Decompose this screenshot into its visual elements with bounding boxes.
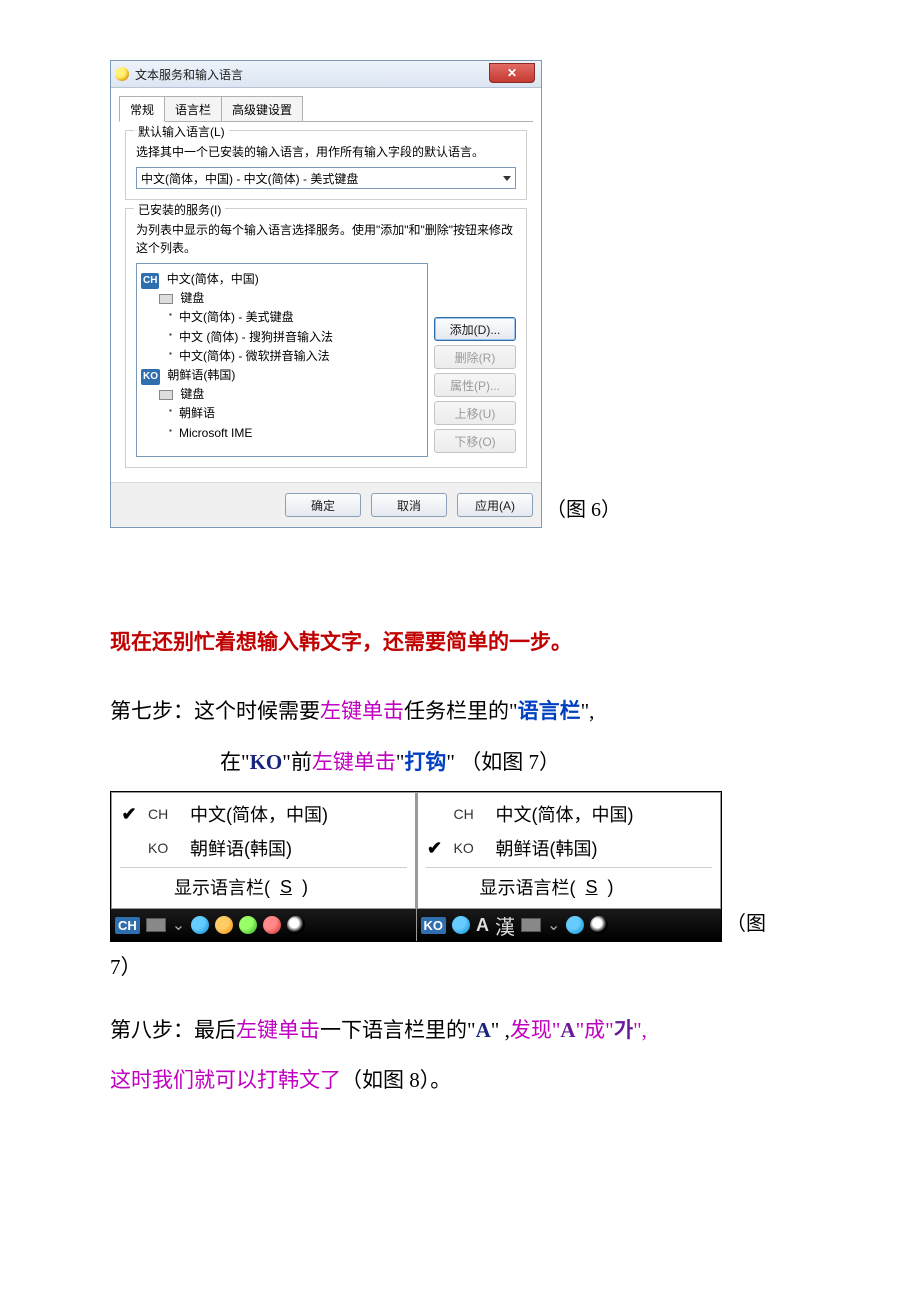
keyboard-icon bbox=[159, 390, 173, 400]
cancel-button[interactable]: 取消 bbox=[371, 493, 447, 517]
move-up-button[interactable]: 上移(U) bbox=[434, 401, 516, 425]
default-language-group: 默认输入语言(L) 选择其中一个已安装的输入语言，用作所有输入字段的默认语言。 … bbox=[125, 130, 527, 200]
group-desc: 为列表中显示的每个输入语言选择服务。使用"添加"和"删除"按钮来修改这个列表。 bbox=[136, 221, 516, 257]
tray-app-icon[interactable] bbox=[263, 916, 281, 934]
tray-caret-icon[interactable]: ⌄ bbox=[547, 915, 560, 935]
tray-app-icon[interactable] bbox=[191, 916, 209, 934]
step7-line1: 第七步：这个时候需要左键单击任务栏里的"语言栏", bbox=[110, 686, 810, 736]
menu-separator bbox=[426, 867, 713, 868]
check-icon: ✔ bbox=[120, 804, 138, 825]
taskbar-left: CH ⌄ bbox=[111, 909, 416, 941]
text-services-dialog: 文本服务和输入语言 ✕ 常规 语言栏 高级键设置 默认输入语言(L) 选择其中一… bbox=[110, 60, 542, 528]
show-langbar-item[interactable]: 显示语言栏(S) bbox=[418, 870, 721, 904]
close-button[interactable]: ✕ bbox=[489, 63, 535, 83]
figure-label-cont: 7） bbox=[110, 942, 810, 992]
default-language-select[interactable]: 中文(简体，中国) - 中文(简体) - 美式键盘 bbox=[136, 167, 516, 189]
tree-item[interactable]: Microsoft IME bbox=[179, 424, 423, 443]
figure-label: （图 bbox=[726, 907, 766, 942]
dialog-footer: 确定 取消 应用(A) bbox=[111, 482, 541, 527]
language-menu-left: ✔ CH 中文(简体，中国) KO 朝鲜语(韩国) 显示语言栏(S) bbox=[111, 792, 416, 909]
taskbar-right: KO A 漢 ⌄ bbox=[417, 909, 722, 941]
tab-advanced[interactable]: 高级键设置 bbox=[221, 96, 303, 121]
dialog-titlebar[interactable]: 文本服务和输入语言 ✕ bbox=[111, 61, 541, 88]
close-icon: ✕ bbox=[507, 66, 517, 80]
properties-button[interactable]: 属性(P)... bbox=[434, 373, 516, 397]
remove-button[interactable]: 删除(R) bbox=[434, 345, 516, 369]
lang-badge: CH bbox=[141, 273, 159, 289]
keyboard-icon bbox=[159, 294, 173, 304]
installed-services-group: 已安装的服务(I) 为列表中显示的每个输入语言选择服务。使用"添加"和"删除"按… bbox=[125, 208, 527, 468]
tray-app-icon[interactable] bbox=[590, 916, 608, 934]
tree-item[interactable]: 朝鲜语 bbox=[179, 404, 423, 423]
add-button[interactable]: 添加(D)... bbox=[434, 317, 516, 341]
tree-item[interactable]: 中文 (简体) - 搜狗拼音输入法 bbox=[179, 328, 423, 347]
group-legend: 已安装的服务(I) bbox=[134, 201, 225, 218]
group-legend: 默认输入语言(L) bbox=[134, 123, 229, 140]
lang-menu-item[interactable]: CH 中文(简体，中国) bbox=[418, 797, 721, 831]
step8-line1: 第八步：最后左键单击一下语言栏里的"A" ,发现"A"成"가", bbox=[110, 1005, 810, 1055]
tab-langbar[interactable]: 语言栏 bbox=[164, 96, 222, 121]
move-down-button[interactable]: 下移(O) bbox=[434, 429, 516, 453]
lang-menu-item[interactable]: ✔ CH 中文(简体，中国) bbox=[112, 797, 415, 831]
dialog-title: 文本服务和输入语言 bbox=[135, 66, 243, 83]
chevron-down-icon bbox=[503, 176, 511, 181]
lang-indicator[interactable]: KO bbox=[421, 917, 447, 934]
tree-lang-node[interactable]: CH 中文(简体，中国) bbox=[141, 270, 423, 289]
check-icon: ✔ bbox=[426, 838, 444, 859]
tree-item[interactable]: 中文(简体) - 美式键盘 bbox=[179, 308, 423, 327]
combo-value: 中文(简体，中国) - 中文(简体) - 美式键盘 bbox=[141, 170, 358, 187]
ime-mode-letter[interactable]: A bbox=[476, 915, 489, 936]
globe-icon bbox=[115, 67, 129, 81]
lang-menu-item[interactable]: ✔ KO 朝鲜语(韩国) bbox=[418, 831, 721, 865]
tray-app-icon[interactable] bbox=[215, 916, 233, 934]
tray-caret-icon[interactable]: ⌄ bbox=[172, 915, 185, 935]
tray-app-icon[interactable] bbox=[566, 916, 584, 934]
tree-lang-node[interactable]: KO 朝鲜语(韩国) bbox=[141, 366, 423, 385]
step7-line2: 在"KO"前左键单击"打钩" （如图 7） bbox=[110, 737, 810, 787]
menu-separator bbox=[120, 867, 407, 868]
services-tree[interactable]: CH 中文(简体，中国) 键盘 中文(简体) - 美式键盘 中文 (简体) - … bbox=[136, 263, 428, 457]
figure-7: ✔ CH 中文(简体，中国) KO 朝鲜语(韩国) 显示语言栏(S) bbox=[110, 791, 722, 942]
lang-indicator[interactable]: CH bbox=[115, 917, 140, 934]
lang-menu-item[interactable]: KO 朝鲜语(韩国) bbox=[112, 831, 415, 865]
tray-app-icon[interactable] bbox=[239, 916, 257, 934]
tab-general[interactable]: 常规 bbox=[119, 96, 165, 122]
language-menu-right: CH 中文(简体，中国) ✔ KO 朝鲜语(韩国) 显示语言栏(S) bbox=[417, 792, 722, 909]
tree-keyboard-node[interactable]: 键盘 bbox=[141, 289, 423, 308]
step8-line2: 这时我们就可以打韩文了（如图 8）。 bbox=[110, 1055, 810, 1105]
show-langbar-item[interactable]: 显示语言栏(S) bbox=[112, 870, 415, 904]
warning-heading: 现在还别忙着想输入韩文字，还需要简单的一步。 bbox=[110, 618, 810, 668]
keyboard-icon[interactable] bbox=[521, 918, 541, 932]
ime-han-icon[interactable]: 漢 bbox=[495, 911, 515, 940]
tray-app-icon[interactable] bbox=[287, 916, 305, 934]
lang-badge: KO bbox=[141, 369, 160, 385]
apply-button[interactable]: 应用(A) bbox=[457, 493, 533, 517]
keyboard-icon[interactable] bbox=[146, 918, 166, 932]
tree-item[interactable]: 中文(简体) - 微软拼音输入法 bbox=[179, 347, 423, 366]
tray-app-icon[interactable] bbox=[452, 916, 470, 934]
figure-label: （图 6） bbox=[546, 493, 621, 528]
group-desc: 选择其中一个已安装的输入语言，用作所有输入字段的默认语言。 bbox=[136, 143, 516, 161]
ok-button[interactable]: 确定 bbox=[285, 493, 361, 517]
tabs: 常规 语言栏 高级键设置 bbox=[119, 96, 533, 122]
tree-keyboard-node[interactable]: 键盘 bbox=[141, 385, 423, 404]
